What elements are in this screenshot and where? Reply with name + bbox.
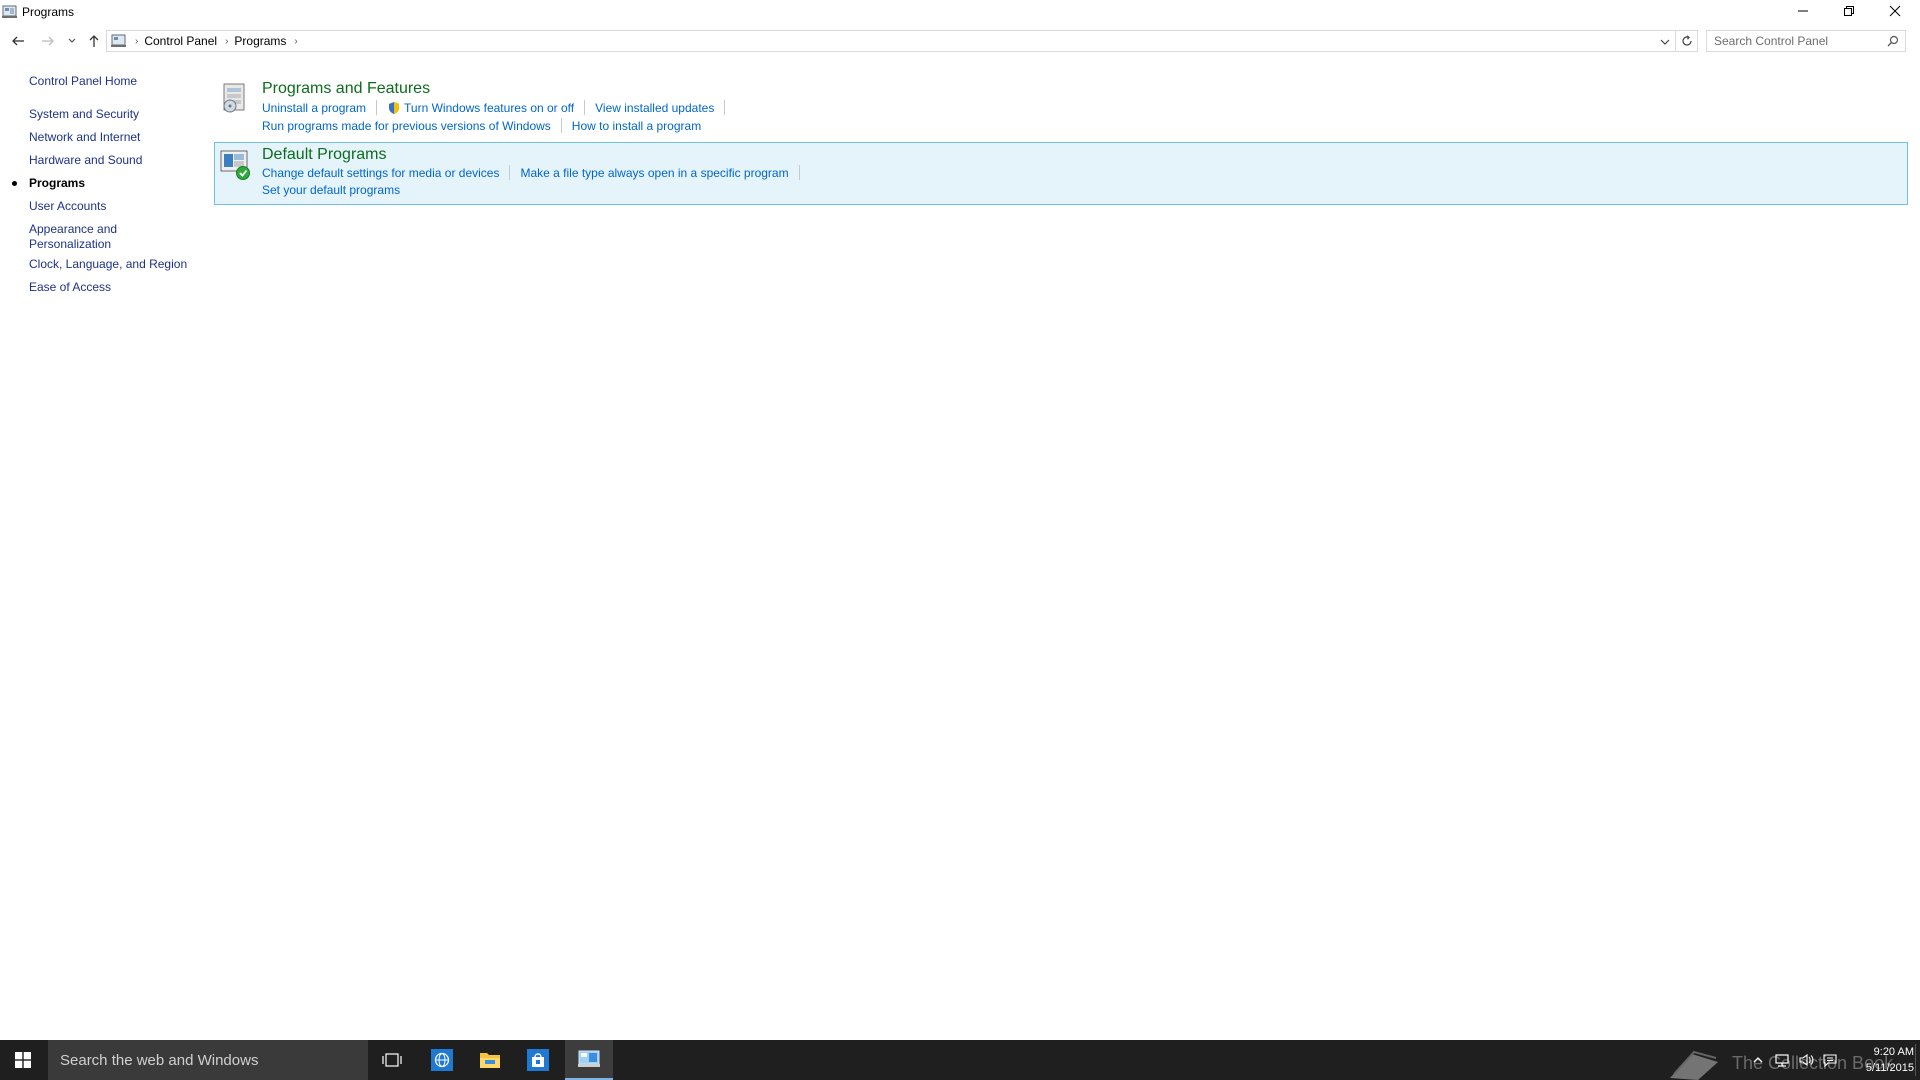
taskbar-search-box[interactable]: Search the web and Windows: [48, 1040, 368, 1080]
taskbar-search-placeholder: Search the web and Windows: [60, 1051, 259, 1069]
taskbar-browser-button[interactable]: [418, 1040, 466, 1080]
back-arrow-icon: [12, 36, 24, 46]
forward-arrow-icon: [42, 36, 54, 46]
programs-and-features-section: Programs and Features Uninstall a progra…: [214, 74, 1908, 138]
breadcrumb-separator[interactable]: ›: [225, 36, 228, 47]
taskbar-control-panel-button[interactable]: [565, 1040, 613, 1080]
back-button[interactable]: [8, 31, 28, 51]
navigation-bar: › Control Panel › Programs › Search Cont…: [0, 28, 1920, 54]
sidebar-item-hardware-and-sound[interactable]: Hardware and Sound: [29, 153, 189, 168]
sidebar-item-ease-of-access[interactable]: Ease of Access: [29, 280, 189, 295]
default-programs-section: Default Programs Change default settings…: [214, 142, 1908, 205]
link-separator: [376, 100, 378, 115]
sidebar-item-appearance-and-personalization[interactable]: Appearance and Personalization: [29, 222, 149, 252]
start-button[interactable]: [0, 1040, 46, 1080]
chevron-down-icon: [1660, 39, 1670, 45]
default-programs-links-row2: Set your default programs: [262, 183, 400, 197]
sidebar-item-clock-language-region[interactable]: Clock, Language, and Region: [29, 257, 189, 272]
programs-and-features-links-row2: Run programs made for previous versions …: [262, 118, 701, 133]
link-separator: [560, 118, 562, 133]
control-panel-icon: [2, 5, 17, 18]
show-hidden-icons-chevron-icon[interactable]: [1750, 1052, 1766, 1068]
how-to-install-link[interactable]: How to install a program: [572, 119, 701, 133]
control-panel-icon: [578, 1050, 600, 1067]
sidebar-item-user-accounts[interactable]: User Accounts: [29, 199, 189, 214]
address-bar[interactable]: › Control Panel › Programs ›: [106, 30, 1698, 52]
forward-button[interactable]: [38, 31, 58, 51]
link-separator: [724, 100, 726, 115]
default-programs-icon: [220, 150, 250, 180]
chevron-down-icon: [68, 38, 76, 43]
clock-date: 5/11/2015: [1865, 1062, 1914, 1074]
link-separator: [509, 165, 511, 180]
taskbar: Search the web and Windows The Collectio…: [0, 1040, 1920, 1080]
programs-and-features-title[interactable]: Programs and Features: [262, 80, 430, 98]
refresh-icon: [1682, 35, 1692, 46]
control-panel-location-icon: [111, 34, 126, 47]
minimize-button[interactable]: [1780, 0, 1826, 22]
title-bar: Programs: [0, 0, 1920, 24]
taskbar-store-button[interactable]: [514, 1040, 562, 1080]
up-arrow-icon: [89, 35, 99, 47]
system-clock[interactable]: 9:20 AM 5/11/2015: [1844, 1044, 1914, 1076]
set-default-programs-link[interactable]: Set your default programs: [262, 183, 400, 197]
search-placeholder: Search Control Panel: [1714, 34, 1829, 48]
search-icon: [1887, 35, 1899, 47]
minimize-icon: [1798, 10, 1808, 12]
breadcrumb-separator[interactable]: ›: [135, 36, 138, 47]
taskbar-file-explorer-button[interactable]: [466, 1040, 514, 1080]
default-programs-links-row1: Change default settings for media or dev…: [262, 165, 810, 180]
up-button[interactable]: [84, 31, 104, 51]
breadcrumb-separator[interactable]: ›: [294, 36, 297, 47]
show-desktop-button[interactable]: [1915, 1044, 1916, 1076]
refresh-button[interactable]: [1675, 30, 1698, 52]
windows-features-link[interactable]: Turn Windows features on or off: [404, 101, 574, 115]
breadcrumb-programs[interactable]: Programs: [234, 34, 286, 48]
link-separator: [798, 165, 800, 180]
uninstall-program-link[interactable]: Uninstall a program: [262, 101, 366, 115]
address-history-button[interactable]: [1659, 35, 1671, 53]
sidebar-item-system-and-security[interactable]: System and Security: [29, 107, 189, 122]
search-input[interactable]: Search Control Panel: [1706, 30, 1906, 52]
task-view-icon: [382, 1053, 402, 1067]
autoplay-settings-link[interactable]: Change default settings for media or dev…: [262, 166, 499, 180]
control-panel-home-link[interactable]: Control Panel Home: [29, 74, 189, 89]
network-icon[interactable]: [1774, 1052, 1790, 1068]
clock-time: 9:20 AM: [1873, 1046, 1914, 1058]
close-icon: [1889, 5, 1901, 17]
volume-icon[interactable]: [1798, 1052, 1814, 1068]
view-installed-updates-link[interactable]: View installed updates: [595, 101, 714, 115]
task-view-button[interactable]: [368, 1040, 416, 1080]
restore-button[interactable]: [1826, 0, 1872, 22]
current-item-bullet: [12, 181, 17, 186]
sidebar-item-programs[interactable]: Programs: [29, 176, 189, 191]
default-programs-title[interactable]: Default Programs: [262, 146, 387, 164]
compatibility-link[interactable]: Run programs made for previous versions …: [262, 119, 551, 133]
action-center-icon[interactable]: [1822, 1052, 1838, 1068]
window-title: Programs: [22, 5, 75, 19]
restore-icon: [1844, 6, 1854, 16]
sidebar-item-network-and-internet[interactable]: Network and Internet: [29, 130, 189, 145]
programs-and-features-links-row1: Uninstall a program Turn Windows feature…: [262, 100, 735, 115]
shield-icon: [389, 101, 400, 114]
globe-icon: [431, 1049, 453, 1071]
link-separator: [584, 100, 586, 115]
recent-locations-button[interactable]: [62, 31, 82, 51]
folder-icon: [480, 1053, 500, 1068]
breadcrumb-control-panel[interactable]: Control Panel: [144, 34, 217, 48]
programs-and-features-icon: [223, 83, 245, 113]
windows-logo-icon: [15, 1052, 31, 1068]
close-button[interactable]: [1872, 0, 1918, 22]
file-association-link[interactable]: Make a file type always open in a specif…: [520, 166, 788, 180]
store-bag-icon: [527, 1049, 549, 1071]
